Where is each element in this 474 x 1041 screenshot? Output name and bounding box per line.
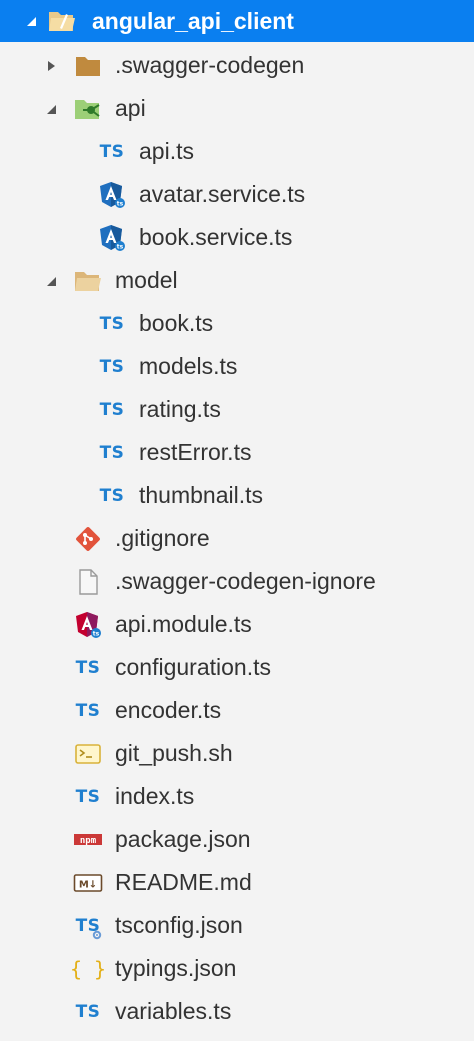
tree-item-configuration-ts[interactable]: TS configuration.ts [0, 646, 474, 689]
tree-item-label: variables.ts [115, 998, 232, 1024]
tree-item-label: api [115, 95, 146, 121]
svg-text:ts: ts [93, 630, 100, 637]
tree-item-label: package.json [115, 826, 251, 852]
tree-item-label: book.service.ts [139, 224, 293, 250]
typescript-icon: TS [75, 657, 101, 678]
svg-text:ts: ts [117, 243, 124, 250]
tree-item-api-module-ts[interactable]: ts api.module.ts [0, 603, 474, 646]
tree-item-variables-ts[interactable]: TS variables.ts [0, 990, 474, 1033]
tree-item-package-json[interactable]: npm package.json [0, 818, 474, 861]
tree-item-model[interactable]: model [0, 259, 474, 302]
tree-item-thumbnail-ts[interactable]: TS thumbnail.ts [0, 474, 474, 517]
tree-item-label: .swagger-codegen [115, 52, 305, 78]
tree-item-label: git_push.sh [115, 740, 233, 766]
tree-item-typings-json[interactable]: { } typings.json [0, 947, 474, 990]
tree-item-swagger-codegen[interactable]: .swagger-codegen [0, 44, 474, 87]
angular-module-icon: ts [72, 609, 104, 641]
typescript-icon: TS [99, 313, 125, 334]
tree-item-index-ts[interactable]: TS index.ts [0, 775, 474, 818]
folder-icon [72, 50, 104, 82]
svg-text:M↓: M↓ [79, 879, 97, 890]
typescript-icon: TS [99, 356, 125, 377]
typescript-icon: TS [99, 442, 125, 463]
chevron-right-icon[interactable] [44, 59, 58, 73]
tree-item-label: model [115, 267, 178, 293]
tree-item-label: .swagger-codegen-ignore [115, 568, 376, 594]
angular-service-icon: ts [96, 179, 128, 211]
chevron-down-icon[interactable] [44, 102, 58, 116]
tree-item-label: api.module.ts [115, 611, 252, 637]
svg-text:ts: ts [117, 200, 124, 207]
chevron-down-icon[interactable] [24, 14, 38, 28]
git-icon [72, 523, 104, 555]
tree-item-tsconfig-json[interactable]: TS tsconfig.json [0, 904, 474, 947]
tree-item-readme-md[interactable]: M↓ README.md [0, 861, 474, 904]
tree-item-label: rating.ts [139, 396, 221, 422]
tree-item-angular-api-client[interactable]: angular_api_client [0, 0, 474, 42]
file-icon [72, 566, 104, 598]
typescript-icon: TS [75, 1001, 101, 1022]
tree-item-rating-ts[interactable]: TS rating.ts [0, 388, 474, 431]
typescript-icon: TS [99, 399, 125, 420]
tree-item-encoder-ts[interactable]: TS encoder.ts [0, 689, 474, 732]
tree-item-git-push-sh[interactable]: git_push.sh [0, 732, 474, 775]
tree-item-swagger-codegen-ignore[interactable]: .swagger-codegen-ignore [0, 560, 474, 603]
tree-item-resterror-ts[interactable]: TS restError.ts [0, 431, 474, 474]
tree-item-label: tsconfig.json [115, 912, 243, 938]
tree-item-gitignore[interactable]: .gitignore [0, 517, 474, 560]
tree-item-label: book.ts [139, 310, 214, 336]
folder-open-icon [46, 5, 78, 37]
typescript-icon: TS [75, 700, 101, 721]
tree-item-label: index.ts [115, 783, 195, 809]
tree-item-models-ts[interactable]: TS models.ts [0, 345, 474, 388]
tree-item-label: .gitignore [115, 525, 210, 551]
tree-item-label: models.ts [139, 353, 238, 379]
typescript-icon: TS [75, 786, 101, 807]
typescript-icon: TS [99, 141, 125, 162]
tsconfig-icon: TS [72, 910, 104, 942]
shell-icon [72, 738, 104, 770]
tree-item-label: api.ts [139, 138, 194, 164]
tree-item-label: README.md [115, 869, 252, 895]
tree-item-book-service-ts[interactable]: ts book.service.ts [0, 216, 474, 259]
file-explorer-tree: angular_api_client .swagger-codegen api … [0, 0, 474, 1041]
tree-item-book-ts[interactable]: TS book.ts [0, 302, 474, 345]
tree-item-label: typings.json [115, 955, 237, 981]
tree-item-label: restError.ts [139, 439, 252, 465]
folder-open-icon [72, 265, 104, 297]
markdown-icon: M↓ [72, 867, 104, 899]
api-folder-icon [72, 93, 104, 125]
tree-item-api[interactable]: api [0, 87, 474, 130]
angular-service-icon: ts [96, 222, 128, 254]
tree-item-api-ts[interactable]: TS api.ts [0, 130, 474, 173]
tree-item-label: thumbnail.ts [139, 482, 264, 508]
npm-icon: npm [72, 824, 104, 856]
tree-item-label: encoder.ts [115, 697, 222, 723]
tree-item-label: configuration.ts [115, 654, 271, 680]
typescript-icon: TS [99, 485, 125, 506]
json-icon: { } [69, 956, 107, 981]
svg-text:npm: npm [80, 836, 97, 846]
tree-item-label: avatar.service.ts [139, 181, 306, 207]
tree-item-label: angular_api_client [92, 7, 294, 34]
tree-item-avatar-service-ts[interactable]: ts avatar.service.ts [0, 173, 474, 216]
chevron-down-icon[interactable] [44, 274, 58, 288]
